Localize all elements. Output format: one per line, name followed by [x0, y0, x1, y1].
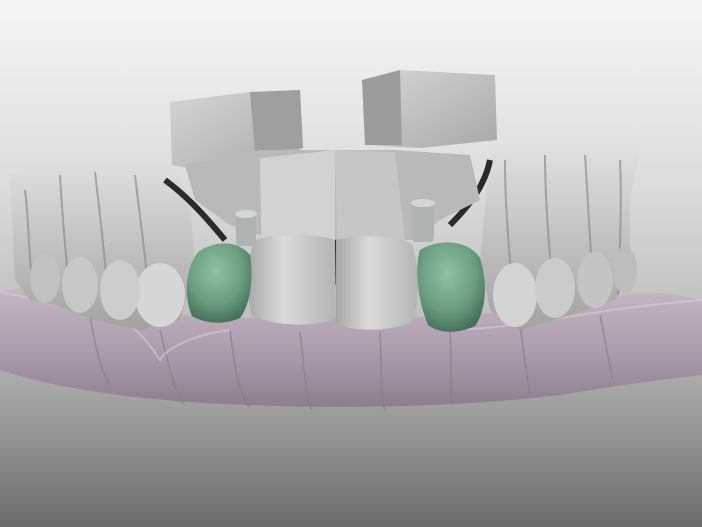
implant-crown-left[interactable]: [186, 243, 252, 323]
central-incisors[interactable]: [247, 234, 418, 330]
dental-scene: [0, 70, 702, 411]
implant-crown-right[interactable]: [417, 242, 485, 332]
3d-viewport[interactable]: [0, 0, 702, 527]
